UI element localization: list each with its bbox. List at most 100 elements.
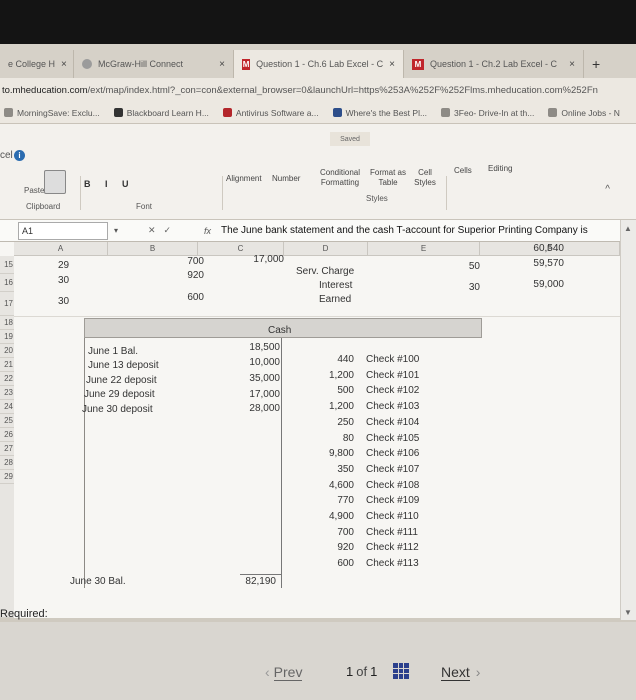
clipboard-icon[interactable] — [44, 170, 66, 194]
debit-amount[interactable]: 10,000 — [220, 357, 280, 368]
bookmark-drive-in[interactable]: 3Feo- Drive-In at th... — [441, 108, 534, 118]
credit-amount[interactable]: 80 — [296, 433, 354, 444]
credit-amount[interactable]: 4,600 — [296, 480, 354, 491]
cell-f14[interactable]: 60,540 — [512, 243, 564, 254]
bookmark-morningsave[interactable]: MorningSave: Exclu... — [4, 108, 100, 118]
debit-amount[interactable]: 35,000 — [220, 373, 280, 384]
close-tab-icon[interactable]: × — [389, 59, 395, 70]
row-header[interactable]: 19 — [0, 330, 14, 344]
cell-f15[interactable]: 59,570 — [512, 258, 564, 269]
scroll-down-icon[interactable]: ▼ — [624, 608, 632, 617]
debit-label[interactable]: June 30 deposit — [82, 404, 153, 415]
cell-styles-button[interactable]: Cell Styles — [410, 168, 440, 187]
editing-button[interactable]: Editing — [488, 164, 512, 174]
credit-amount[interactable]: 1,200 — [296, 401, 354, 412]
info-icon[interactable]: i — [14, 150, 25, 161]
cell-d15[interactable]: Serv. Charge — [296, 266, 354, 277]
credit-label[interactable]: Check #112 — [366, 542, 419, 553]
debit-amount[interactable]: 18,500 — [220, 342, 280, 353]
close-tab-icon[interactable]: × — [569, 59, 575, 70]
debit-label[interactable]: June 1 Bal. — [88, 346, 138, 357]
chevron-down-icon[interactable]: ▾ — [114, 226, 118, 235]
formula-content[interactable]: The June bank statement and the cash T-a… — [221, 225, 636, 236]
scroll-up-icon[interactable]: ▲ — [624, 224, 632, 233]
font-format-buttons[interactable]: B I U — [84, 179, 135, 189]
credit-amount[interactable]: 350 — [296, 464, 354, 475]
column-header-a[interactable]: A — [14, 242, 108, 256]
cell-b17[interactable]: 600 — [150, 292, 204, 303]
credit-label[interactable]: Check #100 — [366, 354, 419, 365]
credit-label[interactable]: Check #110 — [366, 511, 419, 522]
credit-amount[interactable]: 700 — [296, 527, 354, 538]
credit-label[interactable]: Check #101 — [366, 370, 419, 381]
ending-balance-label[interactable]: June 30 Bal. — [70, 576, 126, 587]
row-header[interactable]: 21 — [0, 358, 14, 372]
tab-college[interactable]: e College H × — [0, 50, 74, 78]
cell-d16[interactable]: Interest — [319, 280, 352, 291]
close-tab-icon[interactable]: × — [219, 59, 225, 70]
credit-label[interactable]: Check #103 — [366, 401, 419, 412]
row-header[interactable]: 28 — [0, 456, 14, 470]
bookmark-online-jobs[interactable]: Online Jobs - N — [548, 108, 620, 118]
tab-question-ch6[interactable]: M Question 1 - Ch.6 Lab Excel - C × — [234, 50, 404, 78]
credit-label[interactable]: Check #105 — [366, 433, 419, 444]
cells-button[interactable]: Cells — [454, 166, 472, 176]
cell-f16[interactable]: 59,000 — [512, 279, 564, 290]
new-tab-button[interactable]: + — [584, 50, 608, 78]
spreadsheet-grid[interactable]: A B C D E F 15 16 17 18 19 20 21 22 23 2… — [0, 242, 620, 618]
credit-amount[interactable]: 600 — [296, 558, 354, 569]
cell-a16[interactable]: 30 — [58, 275, 69, 286]
format-as-table-button[interactable]: Format as Table — [368, 168, 408, 187]
column-header-e[interactable]: E — [368, 242, 480, 256]
row-header[interactable]: 15 — [0, 256, 14, 274]
row-header[interactable]: 29 — [0, 470, 14, 484]
credit-label[interactable]: Check #109 — [366, 495, 419, 506]
prev-button[interactable]: ‹ Prev — [265, 664, 303, 681]
collapse-ribbon-icon[interactable]: ^ — [605, 184, 610, 195]
bookmark-best-place[interactable]: Where's the Best Pl... — [332, 108, 427, 118]
column-header-d[interactable]: D — [284, 242, 368, 256]
ending-balance-amount[interactable]: 82,190 — [220, 576, 276, 587]
address-bar[interactable]: to.mheducation.com/ext/map/index.html?_c… — [0, 78, 636, 102]
credit-label[interactable]: Check #113 — [366, 558, 419, 569]
credit-amount[interactable]: 440 — [296, 354, 354, 365]
debit-label[interactable]: June 13 deposit — [88, 360, 159, 371]
cell-b16[interactable]: 920 — [150, 270, 204, 281]
debit-label[interactable]: June 29 deposit — [84, 389, 155, 400]
cell-b15[interactable]: 700 — [150, 256, 204, 267]
formula-action-icons[interactable]: ✕✓ — [148, 225, 204, 236]
row-header[interactable]: 17 — [0, 292, 14, 316]
close-tab-icon[interactable]: × — [61, 59, 67, 70]
tab-question-ch2[interactable]: M Question 1 - Ch.2 Lab Excel - C × — [404, 50, 584, 78]
number-button[interactable]: Number — [272, 174, 300, 184]
credit-label[interactable]: Check #108 — [366, 480, 419, 491]
vertical-scrollbar[interactable]: ▲ ▼ — [620, 220, 636, 620]
row-header[interactable]: 23 — [0, 386, 14, 400]
bookmark-blackboard[interactable]: Blackboard Learn H... — [113, 108, 209, 118]
credit-amount[interactable]: 250 — [296, 417, 354, 428]
cell-a17[interactable]: 30 — [58, 296, 69, 307]
debit-label[interactable]: June 22 deposit — [86, 375, 157, 386]
row-header[interactable]: 25 — [0, 414, 14, 428]
tab-connect[interactable]: McGraw-Hill Connect × — [74, 50, 234, 78]
function-icon[interactable]: fx — [204, 226, 211, 236]
alignment-button[interactable]: Alignment — [226, 174, 262, 184]
credit-amount[interactable]: 500 — [296, 385, 354, 396]
debit-amount[interactable]: 17,000 — [220, 389, 280, 400]
credit-label[interactable]: Check #106 — [366, 448, 419, 459]
credit-amount[interactable]: 1,200 — [296, 370, 354, 381]
row-header[interactable]: 16 — [0, 274, 14, 292]
row-header[interactable]: 26 — [0, 428, 14, 442]
cell-a15[interactable]: 29 — [58, 260, 69, 271]
row-header[interactable]: 24 — [0, 400, 14, 414]
credit-amount[interactable]: 9,800 — [296, 448, 354, 459]
row-header[interactable]: 27 — [0, 442, 14, 456]
credit-amount[interactable]: 770 — [296, 495, 354, 506]
cell-d17[interactable]: Earned — [319, 294, 351, 305]
column-header-b[interactable]: B — [108, 242, 198, 256]
row-header[interactable]: 20 — [0, 344, 14, 358]
cell-e15[interactable]: 50 — [440, 261, 480, 272]
credit-label[interactable]: Check #107 — [366, 464, 419, 475]
credit-label[interactable]: Check #104 — [366, 417, 419, 428]
name-box[interactable]: A1 — [18, 221, 108, 240]
